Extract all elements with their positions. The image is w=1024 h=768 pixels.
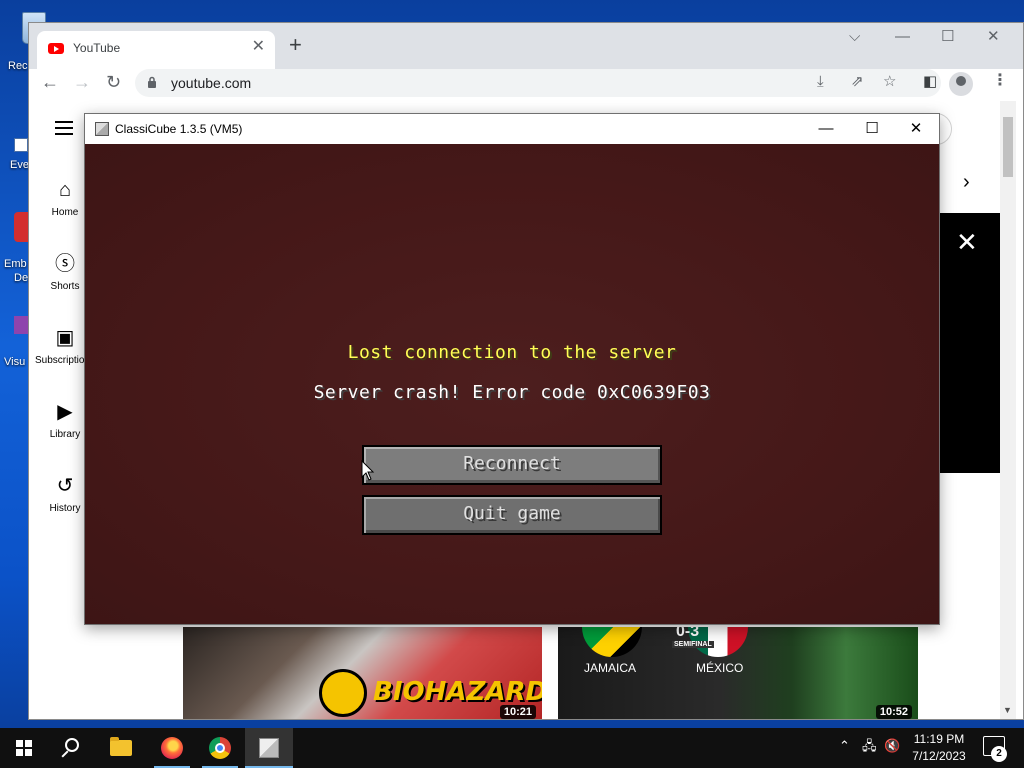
maximize-button[interactable]: ☐ xyxy=(849,114,895,144)
quit-game-button[interactable]: Quit game xyxy=(362,495,662,535)
reconnect-button[interactable]: Reconnect xyxy=(362,445,662,485)
clock-date: 7/12/2023 xyxy=(912,749,966,763)
tab-youtube[interactable]: YouTube ✕ xyxy=(37,31,275,69)
match-score: 0-3 xyxy=(676,627,700,640)
search-icon xyxy=(65,738,79,752)
close-button[interactable]: ✕ xyxy=(987,29,1000,44)
thumbnail-text: BIOHAZARD xyxy=(373,677,542,707)
file-explorer-icon xyxy=(110,737,132,756)
taskbar-firefox[interactable] xyxy=(148,728,196,768)
address-bar[interactable]: youtube.com ⤓ ⇗ ☆ xyxy=(135,69,941,97)
start-button[interactable] xyxy=(0,728,48,768)
install-icon[interactable]: ⤓ xyxy=(817,74,824,89)
chrome-icon xyxy=(209,737,231,759)
chevron-right-icon[interactable]: › xyxy=(963,171,970,194)
team-left: JAMAICA xyxy=(584,661,637,675)
video-thumbnail[interactable]: BIOHAZARD 10:21 xyxy=(183,627,542,719)
tab-title: YouTube xyxy=(73,41,121,55)
clock-time: 11:19 PM xyxy=(913,732,965,746)
taskbar: ⌃ 🖧 🔇 11:19 PM 7/12/2023 2 xyxy=(0,728,1024,768)
forward-button[interactable]: → xyxy=(73,73,91,91)
taskbar-chrome[interactable] xyxy=(196,728,244,768)
close-button[interactable]: ✕ xyxy=(893,114,939,144)
side-panel-icon[interactable]: ◧ xyxy=(923,74,937,89)
youtube-icon xyxy=(48,43,64,54)
minimize-button[interactable]: — xyxy=(895,29,910,44)
taskbar-classicube[interactable] xyxy=(245,728,293,768)
more-menu-icon[interactable]: ⋮ xyxy=(992,73,1008,89)
search-button[interactable] xyxy=(48,728,96,768)
desktop-label-eve: Eve xyxy=(10,159,29,171)
hamburger-menu-icon[interactable] xyxy=(55,121,73,135)
disconnect-heading: Lost connection to the server xyxy=(347,342,677,363)
scroll-down-arrow-icon[interactable]: ▼ xyxy=(1003,705,1012,715)
team-right: MÉXICO xyxy=(696,661,744,675)
disconnect-message: Server crash! Error code 0xC0639F03 xyxy=(313,382,711,403)
network-icon[interactable]: 🖧 xyxy=(862,739,877,752)
jamaica-flag-icon xyxy=(582,627,642,657)
classicube-app-icon xyxy=(95,122,109,136)
tab-search-button[interactable]: ⌵ xyxy=(849,29,860,44)
window-title: ClassiCube 1.3.5 (VM5) xyxy=(115,122,243,136)
reload-button[interactable]: ↻ xyxy=(106,73,121,91)
biohazard-icon xyxy=(319,669,367,717)
system-clock[interactable]: 11:19 PM 7/12/2023 xyxy=(900,731,978,765)
show-hidden-icons-chevron-icon[interactable]: ⌃ xyxy=(839,739,850,752)
classicube-titlebar[interactable]: ClassiCube 1.3.5 (VM5) — ☐ ✕ xyxy=(85,114,939,144)
minimize-button[interactable]: — xyxy=(803,114,849,144)
share-icon[interactable]: ⇗ xyxy=(851,74,864,89)
video-duration: 10:52 xyxy=(875,705,912,719)
tab-strip: YouTube ✕ + ⌵ — ☐ ✕ xyxy=(29,23,1023,69)
desktop-label-emb-2: De xyxy=(14,272,29,284)
video-duration: 10:21 xyxy=(499,705,536,719)
classicube-window: ClassiCube 1.3.5 (VM5) — ☐ ✕ Lost connec… xyxy=(84,113,940,625)
desktop-label-visu: Visu xyxy=(4,356,26,368)
volume-muted-icon[interactable]: 🔇 xyxy=(884,739,900,752)
profile-avatar-icon[interactable] xyxy=(949,72,973,96)
taskbar-file-explorer[interactable] xyxy=(98,728,146,768)
desktop-label-emb: Emb xyxy=(4,258,27,270)
notification-count-badge: 2 xyxy=(991,746,1007,762)
lock-icon xyxy=(148,76,156,88)
visual-studio-icon[interactable] xyxy=(14,316,28,334)
scrollbar-thumb[interactable] xyxy=(1003,117,1013,177)
url-text: youtube.com xyxy=(171,75,252,91)
new-tab-button[interactable]: + xyxy=(289,34,302,56)
maximize-button[interactable]: ☐ xyxy=(941,29,954,44)
tab-close-icon[interactable]: ✕ xyxy=(252,39,265,55)
close-icon[interactable]: ✕ xyxy=(956,229,978,255)
game-viewport: Lost connection to the server Server cra… xyxy=(85,144,939,624)
bookmark-star-icon[interactable]: ☆ xyxy=(883,74,896,89)
scrollbar[interactable] xyxy=(1000,101,1016,719)
match-stage-badge: SEMIFINAL xyxy=(672,641,714,648)
firefox-icon xyxy=(161,737,183,759)
back-button[interactable]: ← xyxy=(41,73,59,91)
mouse-cursor-icon xyxy=(361,460,375,481)
desktop-label-recycle-bin: Rec xyxy=(8,60,28,72)
classicube-icon xyxy=(259,738,279,758)
windows-start-icon xyxy=(16,740,32,756)
shortcut-icon[interactable] xyxy=(14,138,28,152)
video-thumbnail[interactable]: 0-3 SEMIFINAL JAMAICA MÉXICO 10:52 xyxy=(558,627,918,719)
browser-toolbar: ← → ↻ youtube.com ⤓ ⇗ ☆ ◧ ⋮ xyxy=(29,69,1023,101)
